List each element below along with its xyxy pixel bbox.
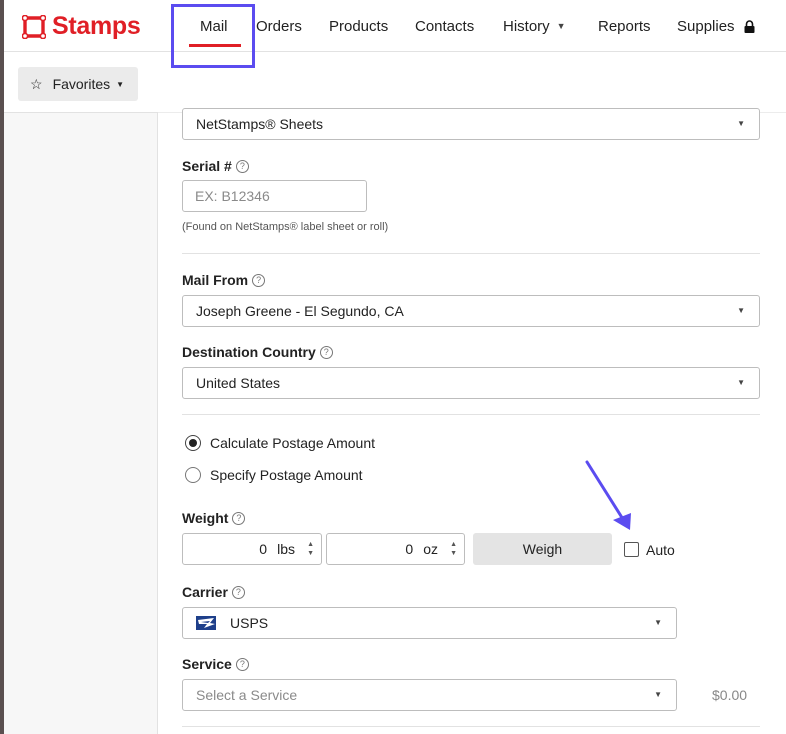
chevron-down-icon: ▼ (654, 690, 662, 699)
radio-unselected-icon (185, 467, 201, 483)
favorites-label: Favorites (52, 76, 111, 92)
help-icon[interactable]: ? (232, 511, 246, 525)
auto-weigh-checkbox[interactable] (624, 542, 639, 557)
stamp-logo-icon (22, 14, 46, 39)
oz-value: 0 (405, 541, 414, 557)
mail-from-label: Mail From (182, 272, 249, 288)
spinner-icon[interactable]: ▲ ▼ (307, 540, 314, 558)
chevron-down-icon: ▼ (737, 306, 745, 315)
specify-postage-radio[interactable]: Specify Postage Amount (185, 467, 363, 483)
oz-unit: oz (423, 541, 438, 557)
lock-icon (744, 19, 755, 33)
nav-reports-label: Reports (598, 17, 651, 35)
serial-input[interactable] (182, 180, 367, 212)
nav-supplies[interactable]: Supplies (677, 0, 755, 52)
auto-label: Auto (646, 542, 675, 558)
help-icon[interactable]: ? (319, 345, 333, 359)
weight-label: Weight (182, 510, 229, 526)
lbs-value: 0 (259, 541, 268, 557)
nav-history[interactable]: History ▼ (503, 0, 566, 52)
weight-lbs-input[interactable]: 0 lbs ▲ ▼ (182, 533, 322, 565)
nav-orders-label: Orders (256, 17, 302, 35)
service-label: Service (182, 656, 232, 672)
carrier-value: USPS (230, 615, 269, 631)
mail-from-label-row: Mail From ? (182, 272, 266, 288)
help-icon[interactable]: ? (252, 273, 266, 287)
carrier-label-row: Carrier ? (182, 584, 245, 600)
section-divider (182, 253, 760, 254)
spinner-icon[interactable]: ▲ ▼ (450, 540, 457, 558)
chevron-down-icon: ▼ (737, 378, 745, 387)
carrier-select[interactable]: USPS ▼ (182, 607, 677, 639)
help-icon[interactable]: ? (231, 585, 245, 599)
top-navigation: Stamps Mail Orders Products Contacts His… (4, 0, 786, 52)
radio-selected-icon (185, 435, 201, 451)
carrier-label: Carrier (182, 584, 228, 600)
favorites-button[interactable]: ☆ Favorites ▼ (18, 67, 138, 101)
annotation-arrow-icon (585, 460, 631, 530)
sidebar: ☆ Favorites ▼ (4, 52, 158, 734)
mail-from-select[interactable]: Joseph Greene - El Segundo, CA ▼ (182, 295, 760, 327)
service-select[interactable]: Select a Service ▼ (182, 679, 677, 711)
section-divider (182, 726, 760, 727)
destination-label: Destination Country (182, 344, 316, 360)
destination-label-row: Destination Country ? (182, 344, 333, 360)
chevron-down-icon: ▼ (654, 618, 662, 627)
calculate-postage-label: Calculate Postage Amount (210, 435, 375, 451)
service-fee: $0.00 (712, 687, 748, 703)
stamps-logo[interactable]: Stamps (22, 12, 141, 41)
chevron-down-icon: ▼ (556, 21, 566, 31)
destination-value: United States (196, 375, 281, 391)
usps-eagle-icon (196, 615, 216, 631)
nav-contacts-label: Contacts (415, 17, 475, 35)
service-label-row: Service ? (182, 656, 249, 672)
help-icon[interactable]: ? (235, 159, 249, 173)
nav-products-label: Products (329, 17, 389, 35)
help-icon[interactable]: ? (235, 657, 249, 671)
destination-country-select[interactable]: United States ▼ (182, 367, 760, 399)
print-on-value: NetStamps® Sheets (196, 116, 324, 132)
sidebar-header: ☆ Favorites ▼ (4, 52, 158, 113)
serial-hint: (Found on NetStamps® label sheet or roll… (182, 221, 389, 233)
section-divider (182, 414, 760, 415)
serial-label-row: Serial # ? (182, 158, 249, 174)
mail-from-value: Joseph Greene - El Segundo, CA (196, 303, 404, 319)
print-on-select[interactable]: NetStamps® Sheets ▼ (182, 108, 760, 140)
star-icon: ☆ (30, 75, 43, 92)
brand-name: Stamps (52, 12, 141, 40)
nav-reports[interactable]: Reports (598, 0, 651, 52)
lbs-unit: lbs (277, 541, 295, 557)
nav-orders[interactable]: Orders (256, 0, 302, 52)
nav-products[interactable]: Products (329, 0, 388, 52)
chevron-down-icon: ▼ (116, 79, 125, 89)
nav-history-label: History (503, 17, 550, 35)
mail-form: NetStamps® Sheets ▼ Serial # ? (Found on… (158, 108, 786, 734)
serial-label: Serial # (182, 158, 232, 174)
chevron-down-icon: ▼ (737, 119, 745, 128)
nav-contacts[interactable]: Contacts (415, 0, 474, 52)
service-placeholder: Select a Service (196, 687, 298, 703)
mail-tab-highlight (171, 4, 255, 68)
weight-oz-input[interactable]: 0 oz ▲ ▼ (326, 533, 465, 565)
weight-label-row: Weight ? (182, 510, 246, 526)
nav-supplies-label: Supplies (677, 17, 735, 35)
calculate-postage-radio[interactable]: Calculate Postage Amount (185, 435, 375, 451)
specify-postage-label: Specify Postage Amount (210, 467, 363, 483)
